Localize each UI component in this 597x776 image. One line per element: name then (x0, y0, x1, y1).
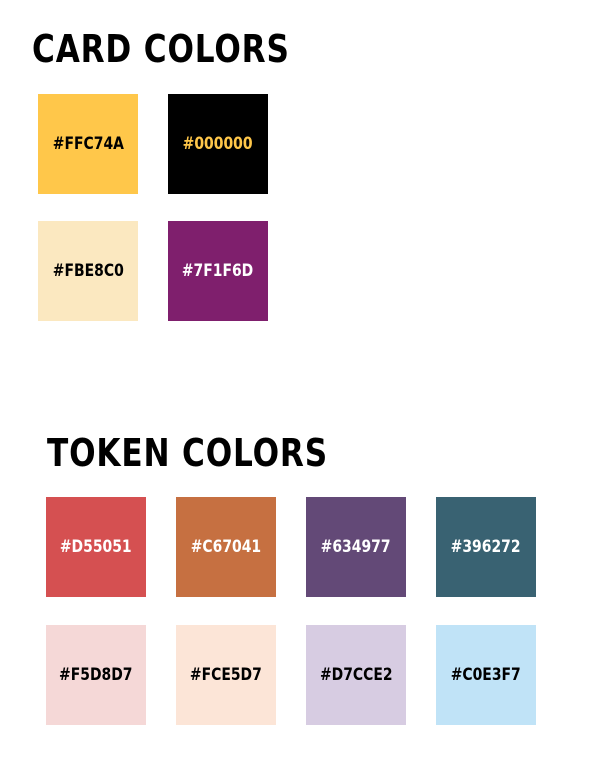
token-swatch: #634977 (306, 497, 406, 597)
swatch-hex-label: #C67041 (190, 537, 262, 557)
swatch-hex-label: #FFC74A (52, 134, 124, 154)
swatch-hex-label: #D7CCE2 (319, 665, 393, 685)
token-swatch: #D7CCE2 (306, 625, 406, 725)
swatch-hex-label: #F5D8D7 (59, 665, 133, 685)
card-swatch: #FFC74A (38, 94, 138, 194)
swatch-hex-label: #FCE5D7 (190, 665, 262, 685)
card-swatch: #FBE8C0 (38, 221, 138, 321)
swatch-hex-label: #000000 (183, 134, 253, 154)
swatch-hex-label: #396272 (451, 537, 521, 557)
token-swatch: #D55051 (46, 497, 146, 597)
card-colors-heading: CARD COLORS (32, 27, 290, 71)
token-swatch: #396272 (436, 497, 536, 597)
token-swatch: #C67041 (176, 497, 276, 597)
swatch-hex-label: #634977 (321, 537, 391, 557)
swatch-hex-label: #C0E3F7 (450, 665, 522, 685)
token-swatch: #FCE5D7 (176, 625, 276, 725)
swatch-hex-label: #FBE8C0 (52, 261, 124, 281)
token-swatch: #C0E3F7 (436, 625, 536, 725)
card-swatch: #7F1F6D (168, 221, 268, 321)
swatch-hex-label: #7F1F6D (182, 261, 254, 281)
swatch-hex-label: #D55051 (60, 537, 132, 557)
token-colors-heading: TOKEN COLORS (47, 431, 328, 475)
token-swatch: #F5D8D7 (46, 625, 146, 725)
card-swatch: #000000 (168, 94, 268, 194)
